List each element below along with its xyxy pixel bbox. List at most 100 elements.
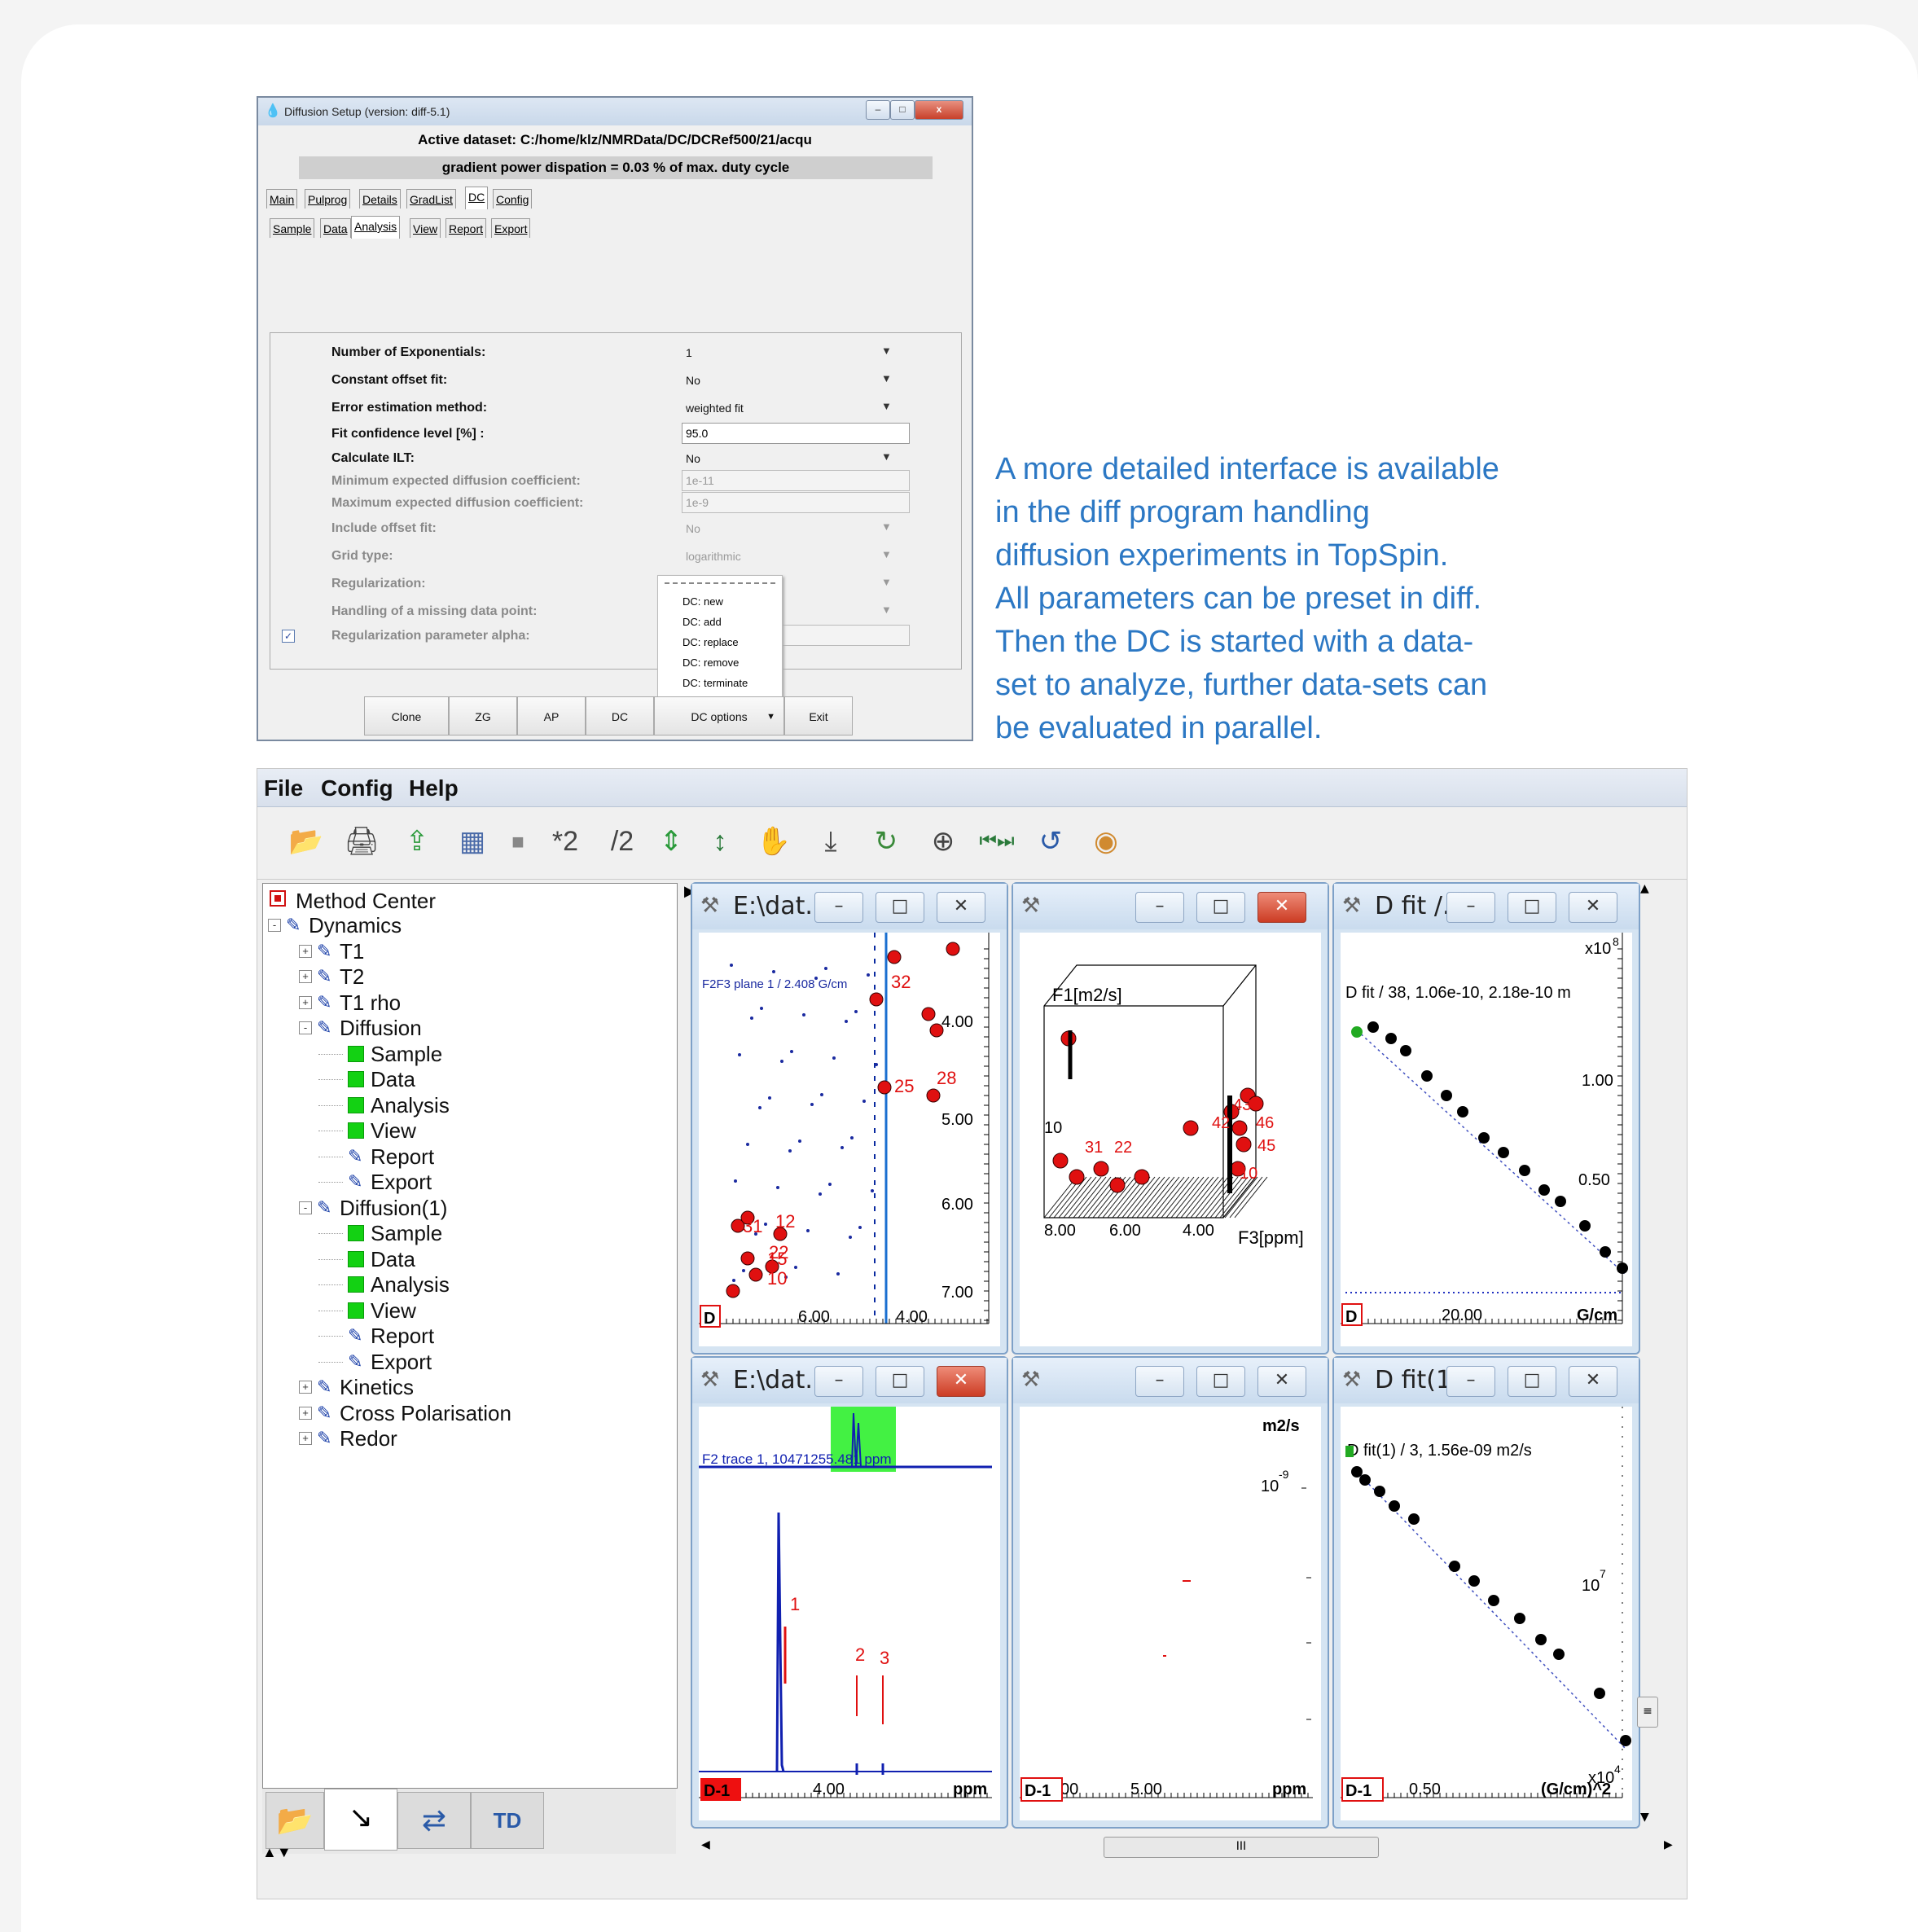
regularization-checkbox[interactable]: ✓ bbox=[282, 630, 295, 643]
close-icon[interactable]: ✕ bbox=[1257, 1366, 1306, 1397]
minimize-icon[interactable]: – bbox=[814, 892, 863, 923]
horizontal-scrollbar[interactable]: ◀ III ▶ bbox=[696, 1837, 1682, 1858]
contour-icon[interactable]: ◉ bbox=[1083, 819, 1129, 864]
tab-pulprog[interactable]: Pulprog bbox=[305, 189, 351, 209]
tree-node-label[interactable]: Redor bbox=[340, 1426, 397, 1451]
menu-item-dc-new[interactable]: DC: new bbox=[682, 595, 723, 608]
tab-export[interactable]: Export bbox=[491, 218, 531, 238]
scale-down-button[interactable]: /2 bbox=[598, 819, 647, 864]
tree-node-label[interactable]: Cross Polarisation bbox=[340, 1401, 511, 1425]
tree-expander-icon[interactable]: + bbox=[299, 1432, 312, 1445]
close-icon[interactable]: ✕ bbox=[937, 1366, 985, 1397]
dropdown-arrow-icon[interactable]: ▼ bbox=[881, 400, 892, 412]
td-tab[interactable]: TD bbox=[471, 1792, 544, 1849]
maximize-icon[interactable]: □ bbox=[1508, 892, 1556, 923]
plot-area[interactable]: F2F3 plane 1 / 2.408 G/cm 32 25 28 31 12 22 15 1… bbox=[699, 933, 1000, 1346]
tree-node-label[interactable]: Data bbox=[371, 1067, 415, 1091]
download-icon[interactable]: ⤓ bbox=[808, 819, 854, 864]
tree-node-label[interactable]: View bbox=[371, 1298, 416, 1323]
zoom-icon[interactable]: ⊕ bbox=[920, 819, 966, 864]
maximize-icon[interactable]: □ bbox=[1196, 892, 1245, 923]
tree-expander-icon[interactable]: - bbox=[299, 1021, 312, 1034]
tree-node-label[interactable]: View bbox=[371, 1118, 416, 1143]
minimize-icon[interactable]: – bbox=[814, 1366, 863, 1397]
close-icon[interactable]: x bbox=[915, 100, 963, 120]
collapse-arrows-icon[interactable]: ▲▼ bbox=[262, 1844, 292, 1861]
tab-main[interactable]: Main bbox=[266, 189, 298, 209]
tree-node-label[interactable]: Report bbox=[371, 1324, 434, 1348]
dc-options-button[interactable]: DC options ▼ bbox=[654, 696, 784, 735]
tab-data[interactable]: Data bbox=[320, 218, 351, 238]
plot-area[interactable]: F1[m2/s] 10 42 43 46 45 31 22 10 8.00 6.00 4.00 F3[p… bbox=[1020, 933, 1321, 1346]
param-select-value[interactable]: 1 bbox=[686, 346, 692, 359]
minimize-icon[interactable]: – bbox=[866, 100, 890, 120]
scroll-down-arrow-icon[interactable]: ▼ bbox=[1640, 1811, 1649, 1824]
scroll-left-arrow-icon[interactable]: ◀ bbox=[701, 1838, 710, 1851]
dropdown-arrow-icon[interactable]: ▼ bbox=[881, 450, 892, 463]
scroll-thumb-v[interactable]: ≡ bbox=[1637, 1697, 1658, 1728]
tree-node-label[interactable]: Report bbox=[371, 1144, 434, 1169]
tree-expander-icon[interactable]: + bbox=[299, 995, 312, 1009]
tree-node-label[interactable]: Export bbox=[371, 1350, 432, 1374]
tree-root-label[interactable]: Method Center bbox=[296, 889, 436, 913]
tab-sample[interactable]: Sample bbox=[270, 218, 315, 238]
dialog-titlebar[interactable]: 💧 Diffusion Setup (version: diff-5.1) – … bbox=[258, 98, 972, 125]
tree-node-label[interactable]: Export bbox=[371, 1170, 432, 1194]
tab-config[interactable]: Config bbox=[493, 189, 533, 209]
param-select-value[interactable]: No bbox=[686, 522, 700, 535]
exit-button[interactable]: Exit bbox=[784, 696, 853, 735]
close-icon[interactable]: ✕ bbox=[937, 892, 985, 923]
menu-file[interactable]: File bbox=[264, 775, 303, 801]
close-icon[interactable]: ✕ bbox=[1569, 1366, 1617, 1397]
menu-config[interactable]: Config bbox=[321, 775, 393, 801]
tree-expander-icon[interactable]: + bbox=[299, 970, 312, 983]
layout-icon[interactable]: ▦ bbox=[450, 819, 495, 864]
plot-area[interactable]: x10 8 D fit / 38, 1.06e-10, 2.18e-10 m 1.00… bbox=[1341, 933, 1632, 1346]
tree-node-label[interactable]: T1 bbox=[340, 939, 364, 964]
tree-node-label[interactable]: Analysis bbox=[371, 1093, 450, 1117]
plot-area[interactable]: D fit(1) / 3, 1.56e-09 m2/s 10 7 x10 4 0.50 (G… bbox=[1341, 1407, 1632, 1820]
menu-item-dc-remove[interactable]: DC: remove bbox=[682, 656, 739, 669]
plot-area[interactable]: m2/s 10 -9 00 5.00 ppm D-1 bbox=[1020, 1407, 1321, 1820]
menu-help[interactable]: Help bbox=[409, 775, 459, 801]
scroll-right-arrow-icon[interactable]: ▶ bbox=[1664, 1838, 1673, 1851]
tree-expander-icon[interactable]: - bbox=[268, 919, 281, 932]
param-text-field[interactable]: 1e-9 bbox=[682, 492, 910, 513]
tree-expander-icon[interactable]: - bbox=[299, 1201, 312, 1214]
open-folder-icon[interactable]: 📂 bbox=[283, 819, 329, 864]
param-select-value[interactable]: logarithmic bbox=[686, 550, 741, 563]
plot-area[interactable]: F2 trace 1, 10471255.481 ppm 1 2 3 4.00 ppm D-… bbox=[699, 1407, 1000, 1820]
tree-node-label[interactable]: Diffusion bbox=[340, 1016, 422, 1040]
refresh-icon[interactable]: ↺ bbox=[1028, 819, 1073, 864]
maximize-icon[interactable]: □ bbox=[876, 892, 924, 923]
minimize-icon[interactable]: – bbox=[1446, 1366, 1495, 1397]
stop-icon[interactable]: ■ bbox=[502, 819, 534, 864]
param-text-field[interactable]: 95.0 bbox=[682, 423, 910, 444]
dropdown-arrow-icon[interactable]: ▼ bbox=[881, 372, 892, 384]
close-icon[interactable]: ✕ bbox=[1569, 892, 1617, 923]
zg-button[interactable]: ZG bbox=[449, 696, 517, 735]
tree-expander-icon[interactable]: + bbox=[299, 1381, 312, 1394]
tab-report[interactable]: Report bbox=[445, 218, 487, 238]
param-select-value[interactable]: No bbox=[686, 374, 700, 387]
maximize-icon[interactable]: □ bbox=[890, 100, 915, 120]
tree-node-label[interactable]: Diffusion(1) bbox=[340, 1196, 447, 1220]
tab-gradlist[interactable]: GradList bbox=[406, 189, 456, 209]
dropdown-arrow-icon[interactable]: ▼ bbox=[881, 520, 892, 533]
tab-view[interactable]: View bbox=[410, 218, 441, 238]
dropdown-arrow-icon[interactable]: ▼ bbox=[881, 576, 892, 588]
dropdown-arrow-icon[interactable]: ▼ bbox=[881, 604, 892, 616]
minimize-icon[interactable]: – bbox=[1135, 1366, 1184, 1397]
tree-node-label[interactable]: T2 bbox=[340, 964, 364, 989]
vertical-scrollbar[interactable]: ▲ ≡ ▼ bbox=[1637, 882, 1658, 1827]
param-select-value[interactable]: No bbox=[686, 452, 700, 465]
maximize-icon[interactable]: □ bbox=[876, 1366, 924, 1397]
param-text-field[interactable]: 1e-11 bbox=[682, 470, 910, 491]
tree-node-label[interactable]: Sample bbox=[371, 1221, 442, 1245]
fit-width-icon[interactable]: ⏮⏭ bbox=[974, 819, 1020, 864]
ap-button[interactable]: AP bbox=[517, 696, 586, 735]
fit-curve-tab-icon[interactable]: ↘ bbox=[324, 1789, 397, 1851]
menu-item-dc-terminate[interactable]: DC: terminate bbox=[682, 677, 748, 689]
menu-item-dc-add[interactable]: DC: add bbox=[682, 616, 722, 628]
print-icon[interactable]: 🖨 bbox=[339, 819, 384, 864]
